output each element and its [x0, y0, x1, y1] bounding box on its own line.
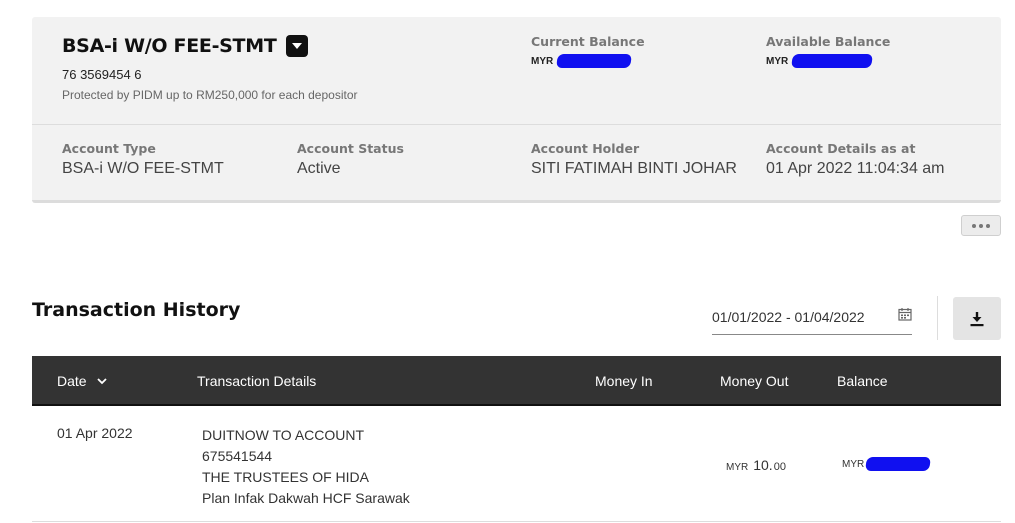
current-balance: Current Balance MYR: [531, 34, 645, 68]
account-holder-value: SITI FATIMAH BINTI JOHAR: [531, 160, 737, 177]
transaction-date: 01 Apr 2022: [57, 425, 133, 441]
account-status: Account Status Active: [297, 141, 404, 178]
account-details-timestamp: Account Details as at 01 Apr 2022 11:04:…: [766, 141, 945, 178]
account-number: 76 3569454 6: [62, 67, 142, 82]
redacted-amount: [556, 54, 633, 68]
account-holder-label: Account Holder: [531, 141, 640, 156]
account-type: Account Type BSA-i W/O FEE-STMT: [62, 141, 224, 178]
account-name-row: BSA-i W/O FEE-STMT: [62, 35, 309, 57]
current-balance-currency: MYR: [531, 55, 554, 67]
column-header-date[interactable]: Date: [57, 373, 107, 389]
column-header-money-out: Money Out: [720, 373, 789, 389]
column-header-details: Transaction Details: [197, 373, 317, 389]
transaction-money-out: MYR 10. 00: [726, 457, 786, 473]
pidm-protection-note: Protected by PIDM up to RM250,000 for ea…: [62, 88, 358, 102]
account-status-value: Active: [297, 160, 341, 177]
current-balance-label: Current Balance: [531, 34, 645, 49]
available-balance-label: Available Balance: [766, 34, 891, 49]
download-icon: [970, 311, 984, 326]
table-row[interactable]: 01 Apr 2022 DUITNOW TO ACCOUNT 675541544…: [32, 407, 1001, 522]
balance-currency: MYR: [842, 458, 865, 470]
more-options-button[interactable]: [961, 215, 1001, 236]
column-header-money-in: Money In: [595, 373, 653, 389]
transaction-table-header: Date Transaction Details Money In Money …: [32, 356, 1001, 406]
account-status-label: Account Status: [297, 141, 404, 156]
column-header-balance: Balance: [837, 373, 888, 389]
redacted-amount: [865, 457, 932, 471]
account-name: BSA-i W/O FEE-STMT: [62, 35, 277, 57]
account-type-value: BSA-i W/O FEE-STMT: [62, 160, 224, 177]
account-details-timestamp-label: Account Details as at: [766, 141, 916, 156]
money-out-amount: 10.: [753, 457, 773, 473]
sort-chevron-icon: [96, 377, 107, 384]
calendar-icon: [898, 308, 912, 321]
account-holder: Account Holder SITI FATIMAH BINTI JOHAR: [531, 141, 737, 178]
toolbar-divider: [937, 296, 938, 340]
available-balance: Available Balance MYR: [766, 34, 890, 68]
caret-down-icon: [292, 43, 303, 49]
account-summary-card: BSA-i W/O FEE-STMT 76 3569454 6 Protecte…: [32, 17, 1001, 203]
date-range-picker[interactable]: 01/01/2022 - 01/04/2022: [712, 306, 912, 335]
account-details-timestamp-value: 01 Apr 2022 11:04:34 am: [766, 160, 945, 177]
transaction-detail-line: DUITNOW TO ACCOUNT: [202, 427, 365, 443]
more-icon: [972, 223, 976, 228]
transaction-details: DUITNOW TO ACCOUNT 675541544 THE TRUSTEE…: [202, 425, 410, 509]
money-out-cents: 00: [773, 461, 786, 473]
account-card-header: BSA-i W/O FEE-STMT 76 3569454 6 Protecte…: [32, 17, 1001, 125]
account-switch-button[interactable]: [286, 35, 309, 57]
date-range-value: 01/01/2022 - 01/04/2022: [712, 309, 865, 325]
money-out-currency: MYR: [726, 462, 749, 473]
transaction-history-title: Transaction History: [32, 299, 241, 321]
transaction-balance: MYR: [842, 457, 932, 471]
column-header-date-label: Date: [57, 373, 87, 389]
transaction-detail-line: THE TRUSTEES OF HIDA: [202, 469, 369, 485]
transaction-detail-line: Plan Infak Dakwah HCF Sarawak: [202, 490, 410, 506]
download-button[interactable]: [953, 297, 1001, 340]
available-balance-currency: MYR: [766, 55, 789, 67]
redacted-amount: [791, 54, 874, 68]
account-type-label: Account Type: [62, 141, 156, 156]
transaction-detail-line: 675541544: [202, 448, 273, 464]
